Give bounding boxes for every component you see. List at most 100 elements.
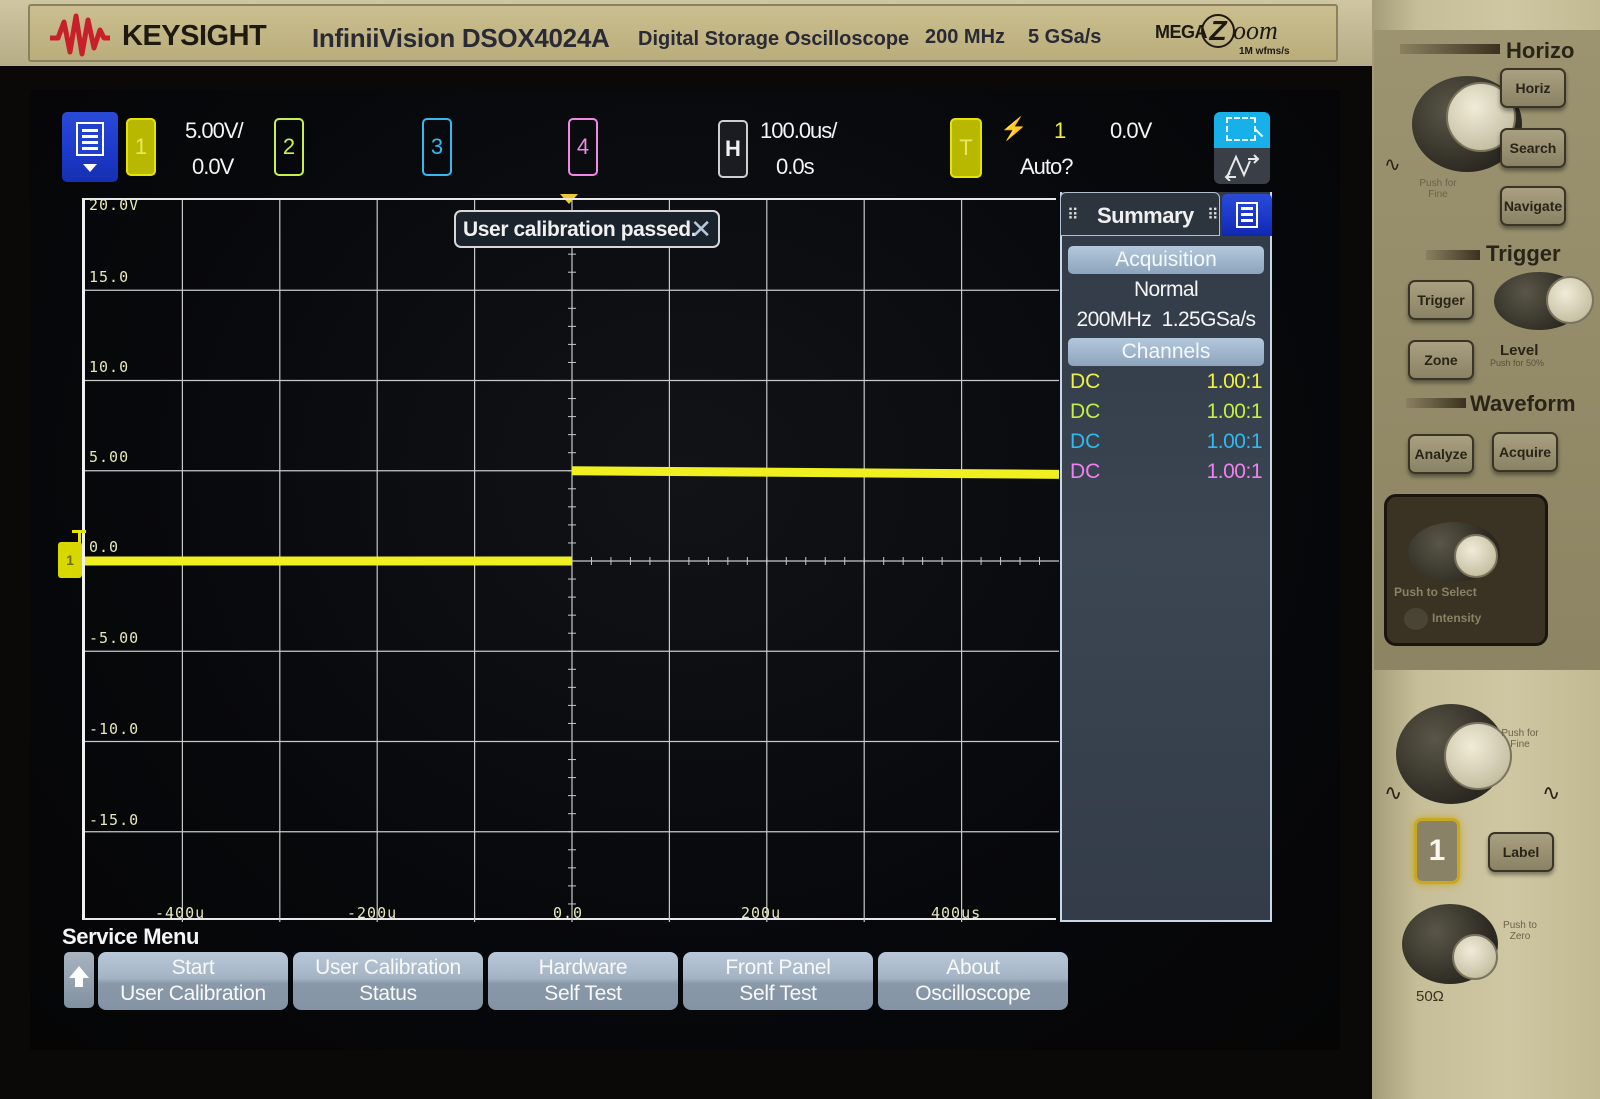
navigate-button[interactable]: Navigate [1500, 186, 1566, 226]
horizontal-scale[interactable]: 100.0us/ [760, 118, 837, 144]
toast-message: User calibration passed. [463, 218, 697, 241]
channels-header: Channels [1068, 338, 1264, 366]
y-tick-label: -5.00 [89, 629, 140, 647]
softkey-line1: Start [171, 956, 215, 979]
megazoom-logo: MEGA Z oom 1M wfms/s [1155, 12, 1305, 60]
summary-tab[interactable]: ⠿ Summary ⠿ [1060, 192, 1220, 236]
impedance-label: 50Ω [1416, 988, 1444, 1005]
model-name: InfiniiVision DSOX4024A [312, 23, 610, 53]
main-menu-button[interactable] [62, 112, 118, 182]
softkey-hardware-self-test[interactable]: Hardware Self Test [488, 952, 678, 1010]
ch1-ground-marker[interactable]: 1 [58, 542, 82, 578]
drag-grip-icon[interactable]: ⠿ [1207, 205, 1219, 225]
softkey-line1: Hardware [538, 956, 628, 979]
softkey-line2: User Calibration [120, 982, 266, 1005]
x-tick-label: -400u [155, 904, 206, 922]
search-button[interactable]: Search [1500, 128, 1566, 168]
trigger-level[interactable]: 0.0V [1110, 118, 1152, 144]
cursor-arrow-icon [1254, 128, 1264, 138]
dashed-rect-icon [1226, 117, 1256, 141]
ch1-vertical-scale[interactable]: 5.00V/ [185, 118, 244, 144]
trigger-menu-button[interactable]: Trigger [1408, 280, 1474, 320]
channel-3-button[interactable]: 3 [422, 118, 452, 176]
sine-icon: ∿ [1384, 780, 1403, 805]
horizontal-section-label: Horizo [1506, 38, 1575, 63]
trigger-source[interactable]: 1 [1054, 118, 1066, 144]
menu-document-icon [1236, 202, 1258, 228]
softkey-start-user-calibration[interactable]: Start User Calibration [98, 952, 288, 1010]
channel-probe-ratio: 1.00:1 [1206, 460, 1263, 483]
channel-1-key[interactable]: 1 [1414, 818, 1460, 884]
waveform-arrows-icon [1224, 154, 1260, 182]
acquisition-sample-rate: 1.25GSa/s [1161, 308, 1256, 331]
megazoom-mega: MEGA [1155, 22, 1208, 42]
push-to-select-label: Push to Select [1394, 585, 1477, 599]
y-tick-label: 20.0V [89, 196, 140, 214]
section-bar [1426, 250, 1480, 260]
trigger-level-knob-cap[interactable] [1546, 276, 1594, 324]
menu-back-button[interactable] [64, 952, 94, 1008]
section-bar [1400, 44, 1500, 54]
ch1-trace-segment [571, 466, 1059, 479]
softkey-front-panel-self-test[interactable]: Front Panel Self Test [683, 952, 873, 1010]
softkey-line1: About [946, 956, 1000, 979]
softkey-line1: User Calibration [315, 956, 461, 979]
label-button[interactable]: Label [1488, 832, 1554, 872]
sine-icon: ∿ [1542, 780, 1561, 805]
menu-document-icon [76, 122, 104, 156]
oscilloscope-photo: KEYSIGHT InfiniiVision DSOX4024A Digital… [0, 0, 1600, 1099]
status-bar: 1 5.00V/ 0.0V 2 3 4 H 100.0us/ 0.0s T ⚡ … [30, 90, 1340, 195]
channel-coupling: DC [1070, 430, 1101, 453]
brand-panel: KEYSIGHT InfiniiVision DSOX4024A Digital… [28, 4, 1338, 62]
vertical-position-knob-cap[interactable] [1452, 934, 1498, 980]
entry-knob-cap[interactable] [1454, 534, 1498, 578]
channel-4-button[interactable]: 4 [568, 118, 598, 176]
softkey-about-oscilloscope[interactable]: About Oscilloscope [878, 952, 1068, 1010]
y-tick-label: -10.0 [89, 720, 140, 738]
trigger-mode[interactable]: Auto? [1020, 154, 1073, 180]
horizontal-delay[interactable]: 0.0s [776, 154, 815, 180]
x-tick-label: 0.0 [553, 904, 584, 922]
waveform-section-label: Waveform [1470, 391, 1576, 416]
rising-edge-icon: ⚡ [1000, 116, 1028, 141]
megazoom-oom: oom [1233, 16, 1278, 45]
sine-icon: ∿ [1384, 154, 1401, 176]
analyze-button[interactable]: Analyze [1408, 434, 1474, 474]
channel-probe-ratio: 1.00:1 [1206, 370, 1263, 393]
close-icon[interactable]: ✕ [690, 214, 712, 244]
summary-tab-title: Summary [1097, 203, 1194, 228]
horizontal-button[interactable]: H [718, 120, 748, 178]
ch1-offset[interactable]: 0.0V [192, 154, 234, 180]
trigger-button[interactable]: T [950, 118, 982, 178]
channel-coupling: DC [1070, 460, 1101, 483]
dropdown-arrow-icon [83, 164, 97, 172]
waveform-graticule[interactable]: 20.0V 15.0 10.0 5.00 0.0 -5.00 -10.0 -15… [82, 196, 1059, 922]
push-to-zero-label: Push to Zero [1503, 920, 1537, 942]
x-tick-label: 200u [741, 904, 782, 922]
y-tick-label: -15.0 [89, 811, 140, 829]
channel-1-button[interactable]: 1 [126, 118, 156, 176]
y-tick-label: 10.0 [89, 358, 130, 376]
acquire-button[interactable]: Acquire [1492, 432, 1558, 472]
x-tick-label: -200u [347, 904, 398, 922]
calibration-toast: User calibration passed. ✕ [454, 210, 720, 248]
softkey-user-calibration-status[interactable]: User Calibration Status [293, 952, 483, 1010]
zone-button[interactable]: Zone [1408, 340, 1474, 380]
waveform-navigate-button[interactable] [1214, 148, 1270, 184]
megazoom-z: Z [1201, 14, 1235, 48]
brand-name: KEYSIGHT [122, 20, 267, 52]
acquisition-bandwidth: 200MHz [1076, 308, 1152, 331]
drag-grip-icon[interactable]: ⠿ [1067, 205, 1079, 225]
sample-rate-spec: 5 GSa/s [1028, 26, 1102, 48]
keysight-wave-logo-icon [50, 13, 110, 57]
zoom-select-button[interactable] [1214, 112, 1270, 148]
up-arrow-stem [75, 977, 83, 987]
waveform-plot [85, 200, 1059, 922]
intensity-label: Intensity [1432, 611, 1482, 625]
channel-2-button[interactable]: 2 [274, 118, 304, 176]
horiz-button[interactable]: Horiz [1500, 68, 1566, 108]
channel-probe-ratio: 1.00:1 [1206, 430, 1263, 453]
panel-menu-button[interactable] [1222, 194, 1272, 236]
intensity-button[interactable] [1404, 608, 1428, 630]
section-bar [1406, 398, 1466, 408]
